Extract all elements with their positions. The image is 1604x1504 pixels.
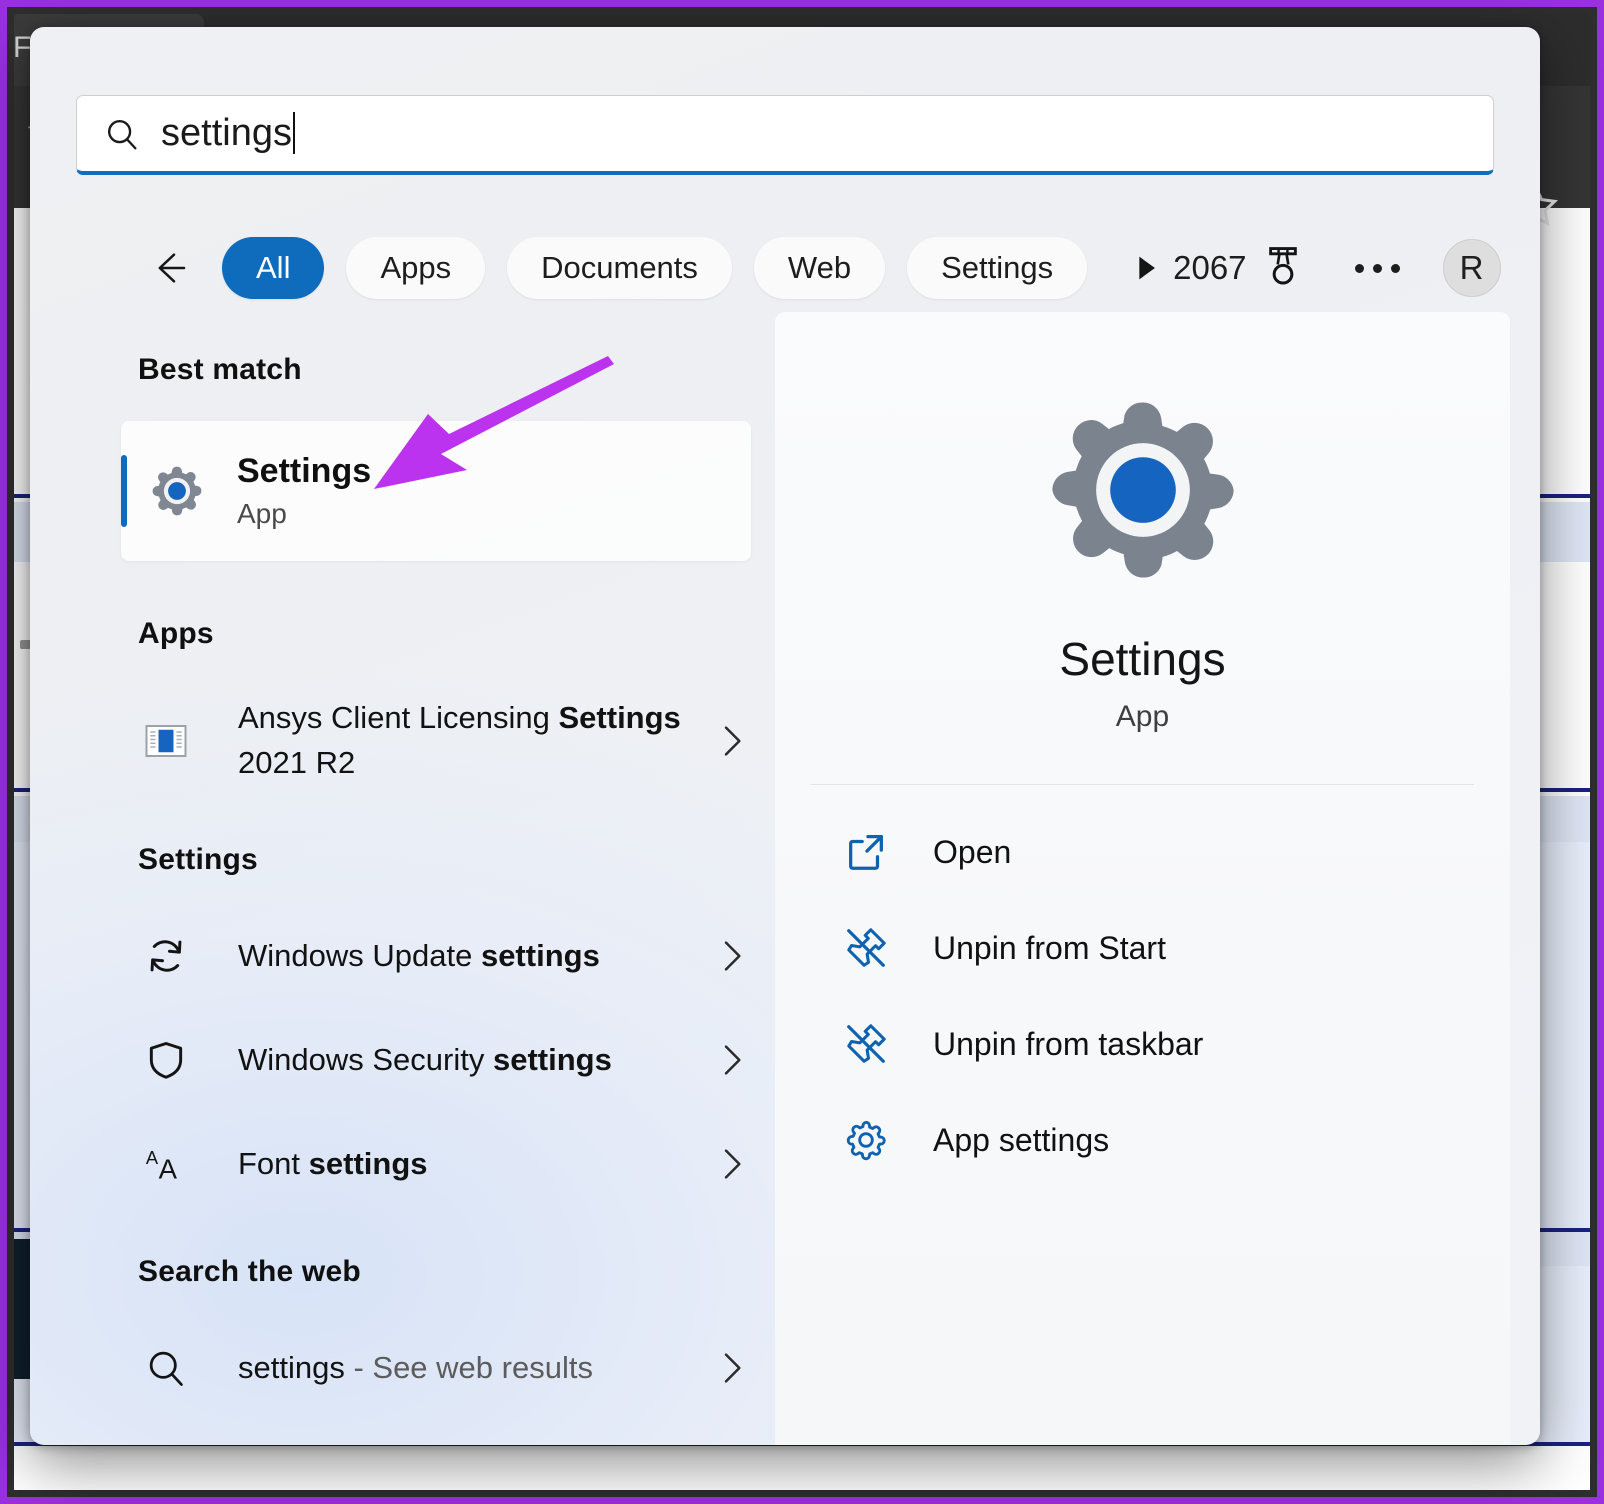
play-arrow-icon	[1128, 251, 1162, 285]
tab-documents[interactable]: Documents	[507, 237, 732, 299]
best-match-title: Settings	[237, 452, 371, 491]
action-label: Unpin from taskbar	[933, 1026, 1203, 1063]
list-item-windows-update-settings[interactable]: Windows Update settings	[138, 921, 751, 991]
rewards-button[interactable]: 2067	[1173, 245, 1304, 291]
ellipsis-icon	[1391, 264, 1400, 273]
chevron-right-icon	[711, 721, 751, 761]
preview-title: Settings	[775, 632, 1510, 686]
chevron-right-icon	[711, 1144, 751, 1184]
settings-gear-icon-large	[1043, 390, 1243, 590]
selection-indicator	[121, 455, 127, 527]
list-item-label: settings - See web results	[238, 1346, 593, 1391]
search-results-list: Best match Settings App Apps	[30, 327, 775, 1445]
preview-pane: Settings App Open Unpin	[775, 312, 1510, 1445]
tabs-right-group: 2067 R	[1173, 239, 1500, 297]
preview-actions: Open Unpin from Start Unpin from taskbar	[775, 815, 1510, 1177]
settings-heading: Settings	[30, 843, 775, 877]
action-open[interactable]: Open	[811, 815, 1474, 889]
back-arrow-icon	[149, 248, 189, 288]
search-filter-tabs: All Apps Documents Web Settings 2067	[138, 233, 1500, 303]
divider	[811, 784, 1474, 785]
apps-heading: Apps	[30, 617, 775, 651]
web-heading: Search the web	[30, 1255, 775, 1289]
back-button[interactable]	[138, 237, 200, 299]
open-external-icon	[843, 829, 889, 875]
list-item-label: Windows Security settings	[238, 1038, 612, 1083]
list-item-label: Windows Update settings	[238, 934, 600, 979]
rewards-count: 2067	[1173, 249, 1246, 287]
unpin-icon	[843, 925, 889, 971]
more-options-button[interactable]	[1341, 240, 1415, 296]
list-item-windows-security-settings[interactable]: Windows Security settings	[138, 1025, 751, 1095]
action-label: App settings	[933, 1122, 1109, 1159]
action-unpin-from-taskbar[interactable]: Unpin from taskbar	[811, 1007, 1474, 1081]
font-aa-icon: A A	[138, 1136, 194, 1192]
action-unpin-from-start[interactable]: Unpin from Start	[811, 911, 1474, 985]
best-match-heading: Best match	[30, 353, 775, 387]
ellipsis-icon	[1355, 264, 1364, 273]
svg-text:A: A	[146, 1147, 159, 1168]
preview-subtitle: App	[775, 700, 1510, 734]
search-query-text: settings	[161, 112, 295, 155]
action-label: Unpin from Start	[933, 930, 1166, 967]
text-caret	[293, 112, 295, 154]
settings-gear-icon	[147, 461, 207, 521]
best-match-subtitle: App	[237, 498, 371, 530]
shield-icon	[138, 1032, 194, 1088]
best-match-text: Settings App	[237, 452, 371, 529]
gear-icon	[843, 1117, 889, 1163]
tab-apps[interactable]: Apps	[346, 237, 485, 299]
list-item-font-settings[interactable]: A A Font settings	[138, 1129, 751, 1199]
refresh-icon	[138, 928, 194, 984]
windows-search-panel: settings All Apps Documents Web Settings	[30, 27, 1540, 1445]
ellipsis-icon	[1373, 264, 1382, 273]
chevron-right-icon	[711, 1040, 751, 1080]
tab-settings[interactable]: Settings	[907, 237, 1087, 299]
more-tabs-button[interactable]	[1117, 237, 1173, 299]
list-item-ansys-licensing[interactable]: Ansys Client Licensing Settings 2021 R2	[138, 695, 751, 787]
tab-web[interactable]: Web	[754, 237, 885, 299]
action-label: Open	[933, 834, 1011, 871]
avatar[interactable]: R	[1443, 239, 1501, 297]
action-app-settings[interactable]: App settings	[811, 1103, 1474, 1177]
search-icon	[138, 1340, 194, 1396]
search-icon	[103, 115, 141, 153]
medal-icon	[1261, 245, 1305, 291]
list-item-label: Font settings	[238, 1142, 428, 1187]
ansys-licensing-icon	[138, 713, 194, 769]
list-item-label: Ansys Client Licensing Settings 2021 R2	[238, 696, 711, 786]
unpin-icon	[843, 1021, 889, 1067]
chevron-right-icon	[711, 1348, 751, 1388]
chevron-right-icon	[711, 936, 751, 976]
tab-all[interactable]: All	[222, 237, 324, 299]
search-input[interactable]: settings	[76, 95, 1494, 175]
svg-text:A: A	[159, 1154, 178, 1185]
list-item-search-the-web[interactable]: settings - See web results	[138, 1333, 751, 1403]
screen: ttp Command Compiling in Excel for Wi Fi…	[0, 0, 1604, 1504]
best-match-item-settings[interactable]: Settings App	[121, 421, 751, 561]
